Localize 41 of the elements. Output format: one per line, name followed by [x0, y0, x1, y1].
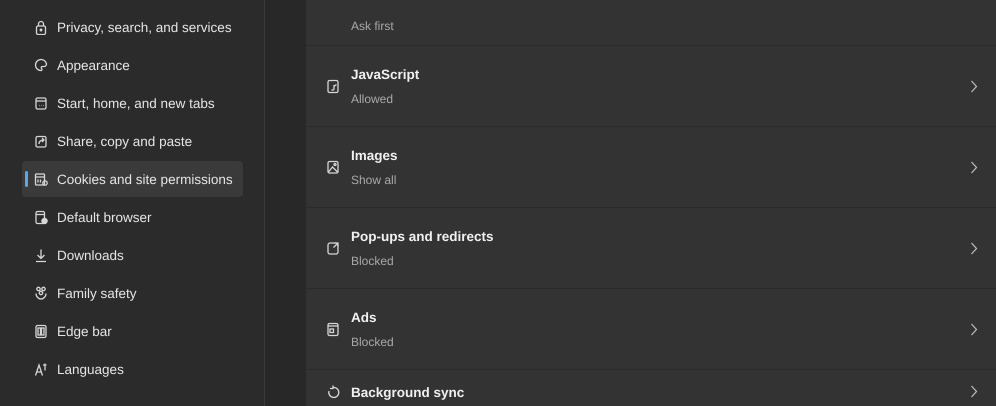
chevron-right-icon[interactable] — [970, 242, 978, 254]
sidebar-item[interactable]: Appearance — [22, 47, 243, 83]
chevron-right-icon[interactable] — [970, 160, 978, 174]
permission-status: Blocked — [351, 254, 395, 268]
popup-icon — [326, 240, 340, 256]
cookie-settings-icon — [34, 172, 48, 186]
chevron-right-icon[interactable] — [970, 385, 978, 398]
sidebar-item[interactable]: Downloads — [22, 237, 243, 273]
palette-icon — [34, 58, 48, 72]
sync-icon — [326, 385, 340, 400]
permission-title[interactable]: JavaScript — [351, 66, 959, 82]
sidebar-item[interactable]: Privacy, search, and services — [22, 9, 243, 45]
image-icon — [326, 160, 340, 174]
sidebar-item[interactable]: Cookies and site permissions — [22, 161, 243, 197]
permission-status: Allowed — [351, 92, 394, 106]
family-icon — [34, 286, 48, 300]
sidebar-item[interactable]: Edge bar — [22, 313, 243, 349]
download-icon — [34, 248, 48, 262]
home-page-icon — [34, 96, 48, 110]
sidebar-item[interactable]: Start, home, and new tabs — [22, 85, 243, 121]
sidebar-item[interactable]: Share, copy and paste — [22, 123, 243, 159]
permission-status: Blocked — [351, 334, 395, 348]
permission-title[interactable]: Pop-ups and redirects — [351, 228, 959, 244]
browser-check-icon — [34, 210, 48, 224]
chevron-right-icon[interactable] — [970, 80, 978, 92]
sidebar-layout-icon — [34, 324, 48, 338]
sidebar-item[interactable]: Languages — [22, 351, 243, 387]
share-icon — [34, 134, 48, 148]
ad-window-icon — [326, 322, 340, 336]
permission-title[interactable]: Ads — [351, 310, 959, 324]
permission-status: Ask first — [351, 19, 395, 33]
permission-status: Show all — [351, 172, 398, 186]
selection-indicator — [25, 171, 28, 187]
script-file-icon — [326, 78, 340, 94]
sidebar-item[interactable]: Default browser — [22, 199, 243, 235]
language-icon — [34, 362, 48, 376]
sidebar-item[interactable]: Family safety — [22, 275, 243, 311]
chevron-right-icon[interactable] — [970, 322, 978, 336]
lock-icon — [34, 20, 48, 34]
permission-title[interactable]: Background sync — [351, 385, 959, 400]
permission-title[interactable]: Images — [351, 148, 959, 162]
